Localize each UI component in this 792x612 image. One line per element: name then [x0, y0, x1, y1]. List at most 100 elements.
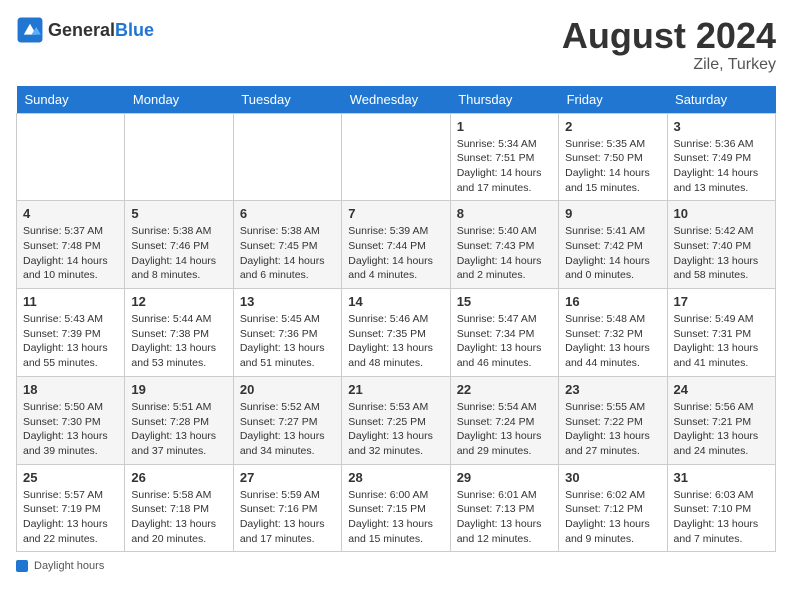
- logo-general: General: [48, 20, 115, 40]
- day-number: 28: [348, 470, 443, 485]
- day-number: 10: [674, 206, 769, 221]
- calendar-cell: 1 Sunrise: 5:34 AM Sunset: 7:51 PM Daylig…: [450, 113, 558, 201]
- day-number: 16: [565, 294, 660, 309]
- calendar-body: 1 Sunrise: 5:34 AM Sunset: 7:51 PM Daylig…: [17, 113, 776, 552]
- day-info: Sunrise: 5:45 AM Sunset: 7:36 PM Dayligh…: [240, 312, 335, 371]
- calendar-cell: 11Sunrise: 5:43 AM Sunset: 7:39 PM Dayli…: [17, 289, 125, 377]
- day-info: Sunrise: 5:56 AM Sunset: 7:21 PM Dayligh…: [674, 400, 769, 459]
- day-info: Sunrise: 5:43 AM Sunset: 7:39 PM Dayligh…: [23, 312, 118, 371]
- calendar-cell: 19Sunrise: 5:51 AM Sunset: 7:28 PM Dayli…: [125, 376, 233, 464]
- calendar-week-row: 18 Sunrise: 5:50 AM Sunset: 7:30 PM Dayli…: [17, 376, 776, 464]
- day-info: Sunrise: 5:38 AM Sunset: 7:45 PM Dayligh…: [240, 224, 335, 283]
- calendar-cell: [342, 113, 450, 201]
- calendar-cell: 16 Sunrise: 5:48 AM Sunset: 7:32 PM Dayli…: [559, 289, 667, 377]
- day-info: Sunrise: 5:53 AM Sunset: 7:25 PM Dayligh…: [348, 400, 443, 459]
- day-number: 15: [457, 294, 552, 309]
- day-info: Sunrise: 5:49 AM Sunset: 7:31 PM Dayligh…: [674, 312, 769, 371]
- calendar-cell: 13 Sunrise: 5:45 AM Sunset: 7:36 PM Dayli…: [233, 289, 341, 377]
- calendar-cell: 22Sunrise: 5:54 AM Sunset: 7:24 PM Dayli…: [450, 376, 558, 464]
- calendar-cell: 8 Sunrise: 5:40 AM Sunset: 7:43 PM Daylig…: [450, 201, 558, 289]
- day-info: Sunrise: 5:58 AM Sunset: 7:18 PM Dayligh…: [131, 488, 226, 547]
- day-info: Sunrise: 5:50 AM Sunset: 7:30 PM Dayligh…: [23, 400, 118, 459]
- day-info: Sunrise: 5:40 AM Sunset: 7:43 PM Dayligh…: [457, 224, 552, 283]
- calendar-cell: 6 Sunrise: 5:38 AM Sunset: 7:45 PM Daylig…: [233, 201, 341, 289]
- logo-icon: [16, 16, 44, 44]
- day-info: Sunrise: 5:44 AM Sunset: 7:38 PM Dayligh…: [131, 312, 226, 371]
- calendar-cell: 7 Sunrise: 5:39 AM Sunset: 7:44 PM Daylig…: [342, 201, 450, 289]
- calendar-cell: 14Sunrise: 5:46 AM Sunset: 7:35 PM Dayli…: [342, 289, 450, 377]
- weekday-header: Friday: [559, 86, 667, 114]
- calendar-week-row: 1 Sunrise: 5:34 AM Sunset: 7:51 PM Daylig…: [17, 113, 776, 201]
- day-number: 1: [457, 119, 552, 134]
- calendar-week-row: 25 Sunrise: 5:57 AM Sunset: 7:19 PM Dayli…: [17, 464, 776, 552]
- day-info: Sunrise: 5:34 AM Sunset: 7:51 PM Dayligh…: [457, 137, 552, 196]
- header-row: SundayMondayTuesdayWednesdayThursdayFrid…: [17, 86, 776, 114]
- calendar-cell: 4 Sunrise: 5:37 AM Sunset: 7:48 PM Daylig…: [17, 201, 125, 289]
- day-info: Sunrise: 5:55 AM Sunset: 7:22 PM Dayligh…: [565, 400, 660, 459]
- day-number: 2: [565, 119, 660, 134]
- day-info: Sunrise: 5:41 AM Sunset: 7:42 PM Dayligh…: [565, 224, 660, 283]
- footer: Daylight hours: [16, 560, 776, 572]
- day-number: 25: [23, 470, 118, 485]
- calendar-table: SundayMondayTuesdayWednesdayThursdayFrid…: [16, 86, 776, 553]
- day-number: 24: [674, 382, 769, 397]
- day-number: 18: [23, 382, 118, 397]
- day-number: 4: [23, 206, 118, 221]
- weekday-header: Saturday: [667, 86, 775, 114]
- calendar-cell: [233, 113, 341, 201]
- day-number: 9: [565, 206, 660, 221]
- calendar-cell: 18 Sunrise: 5:50 AM Sunset: 7:30 PM Dayli…: [17, 376, 125, 464]
- day-number: 14: [348, 294, 443, 309]
- day-info: Sunrise: 6:01 AM Sunset: 7:13 PM Dayligh…: [457, 488, 552, 547]
- logo-blue: Blue: [115, 20, 154, 40]
- logo: GeneralBlue: [16, 16, 154, 44]
- weekday-header: Monday: [125, 86, 233, 114]
- calendar-cell: 17Sunrise: 5:49 AM Sunset: 7:31 PM Dayli…: [667, 289, 775, 377]
- day-info: Sunrise: 6:03 AM Sunset: 7:10 PM Dayligh…: [674, 488, 769, 547]
- calendar-cell: 20Sunrise: 5:52 AM Sunset: 7:27 PM Dayli…: [233, 376, 341, 464]
- day-info: Sunrise: 5:35 AM Sunset: 7:50 PM Dayligh…: [565, 137, 660, 196]
- day-number: 3: [674, 119, 769, 134]
- calendar-cell: 3 Sunrise: 5:36 AM Sunset: 7:49 PM Daylig…: [667, 113, 775, 201]
- day-info: Sunrise: 5:48 AM Sunset: 7:32 PM Dayligh…: [565, 312, 660, 371]
- calendar-cell: 31 Sunrise: 6:03 AM Sunset: 7:10 PM Dayli…: [667, 464, 775, 552]
- day-info: Sunrise: 5:57 AM Sunset: 7:19 PM Dayligh…: [23, 488, 118, 547]
- calendar-cell: 5 Sunrise: 5:38 AM Sunset: 7:46 PM Daylig…: [125, 201, 233, 289]
- day-info: Sunrise: 5:38 AM Sunset: 7:46 PM Dayligh…: [131, 224, 226, 283]
- page-header: GeneralBlue August 2024 Zile, Turkey: [16, 16, 776, 74]
- day-info: Sunrise: 5:37 AM Sunset: 7:48 PM Dayligh…: [23, 224, 118, 283]
- day-number: 29: [457, 470, 552, 485]
- day-number: 30: [565, 470, 660, 485]
- day-number: 7: [348, 206, 443, 221]
- day-number: 27: [240, 470, 335, 485]
- day-info: Sunrise: 5:59 AM Sunset: 7:16 PM Dayligh…: [240, 488, 335, 547]
- calendar-cell: 29 Sunrise: 6:01 AM Sunset: 7:13 PM Dayli…: [450, 464, 558, 552]
- footer-dot: [16, 560, 28, 572]
- calendar-cell: 26Sunrise: 5:58 AM Sunset: 7:18 PM Dayli…: [125, 464, 233, 552]
- day-number: 8: [457, 206, 552, 221]
- weekday-header: Sunday: [17, 86, 125, 114]
- day-number: 31: [674, 470, 769, 485]
- calendar-cell: [17, 113, 125, 201]
- day-info: Sunrise: 6:00 AM Sunset: 7:15 PM Dayligh…: [348, 488, 443, 547]
- calendar-cell: 2 Sunrise: 5:35 AM Sunset: 7:50 PM Daylig…: [559, 113, 667, 201]
- day-number: 5: [131, 206, 226, 221]
- day-info: Sunrise: 5:42 AM Sunset: 7:40 PM Dayligh…: [674, 224, 769, 283]
- day-info: Sunrise: 5:51 AM Sunset: 7:28 PM Dayligh…: [131, 400, 226, 459]
- calendar-week-row: 11Sunrise: 5:43 AM Sunset: 7:39 PM Dayli…: [17, 289, 776, 377]
- day-info: Sunrise: 5:52 AM Sunset: 7:27 PM Dayligh…: [240, 400, 335, 459]
- day-number: 12: [131, 294, 226, 309]
- calendar-cell: 30Sunrise: 6:02 AM Sunset: 7:12 PM Dayli…: [559, 464, 667, 552]
- calendar-cell: 12 Sunrise: 5:44 AM Sunset: 7:38 PM Dayli…: [125, 289, 233, 377]
- day-info: Sunrise: 5:36 AM Sunset: 7:49 PM Dayligh…: [674, 137, 769, 196]
- month-year: August 2024: [562, 16, 776, 56]
- location: Zile, Turkey: [562, 56, 776, 74]
- day-number: 13: [240, 294, 335, 309]
- day-number: 6: [240, 206, 335, 221]
- calendar-week-row: 4 Sunrise: 5:37 AM Sunset: 7:48 PM Daylig…: [17, 201, 776, 289]
- day-info: Sunrise: 5:39 AM Sunset: 7:44 PM Dayligh…: [348, 224, 443, 283]
- weekday-header: Wednesday: [342, 86, 450, 114]
- day-number: 23: [565, 382, 660, 397]
- calendar-cell: 28 Sunrise: 6:00 AM Sunset: 7:15 PM Dayli…: [342, 464, 450, 552]
- calendar-cell: 24 Sunrise: 5:56 AM Sunset: 7:21 PM Dayli…: [667, 376, 775, 464]
